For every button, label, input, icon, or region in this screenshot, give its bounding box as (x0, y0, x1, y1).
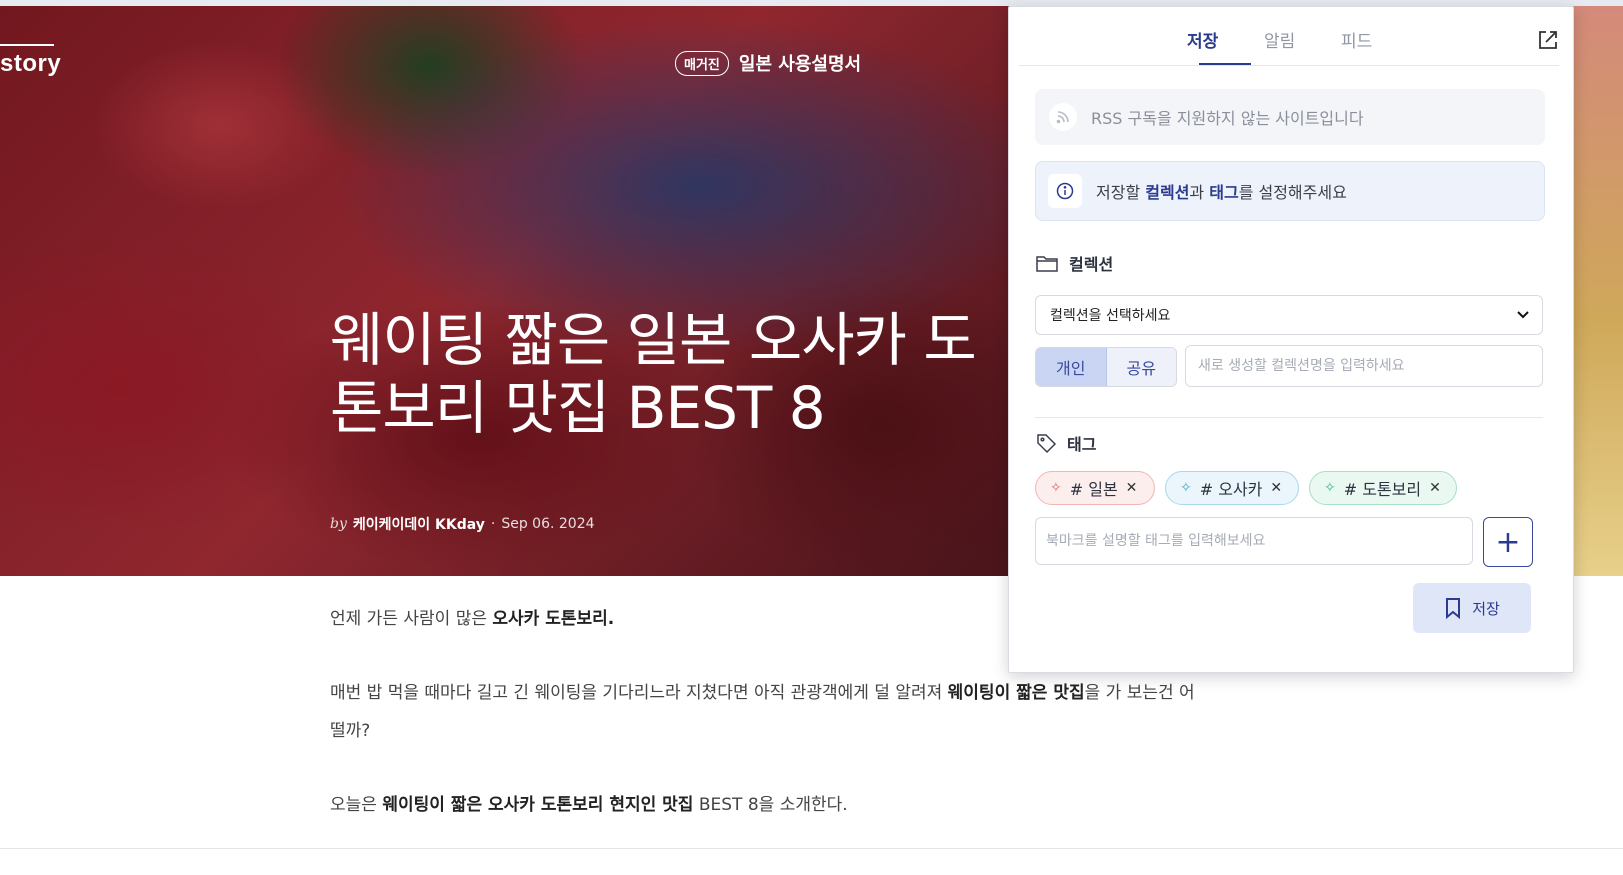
tab-alerts[interactable]: 알림 (1264, 27, 1295, 52)
info-icon (1048, 174, 1082, 208)
rss-icon (1049, 103, 1077, 131)
section-divider (1035, 417, 1543, 418)
remove-tag-icon[interactable]: ✕ (1429, 480, 1441, 496)
external-link-icon[interactable] (1537, 29, 1559, 51)
tag-input[interactable] (1035, 517, 1473, 565)
magazine-badge: 매거진 (675, 50, 729, 76)
magazine-header[interactable]: 매거진 일본 사용설명서 (675, 50, 861, 76)
tag-chip[interactable]: ✧ # 오사카 ✕ (1165, 471, 1299, 505)
hero-right-edge (1572, 6, 1623, 576)
collection-select-value: 컬렉션을 선택하세요 (1050, 308, 1171, 324)
collection-select[interactable]: 컬렉션을 선택하세요 (1035, 295, 1543, 335)
sparkle-icon: ✧ (1180, 480, 1192, 496)
tag-chip-label: # 오사카 (1199, 480, 1263, 499)
save-button-label: 저장 (1472, 599, 1500, 618)
tag-chip-label: # 도톤보리 (1343, 480, 1422, 499)
folder-icon (1036, 256, 1058, 272)
brand-underline (0, 44, 54, 46)
tag-chip[interactable]: ✧ # 도톤보리 ✕ (1309, 471, 1457, 505)
sparkle-icon: ✧ (1324, 480, 1336, 496)
popup-tabs: 저장 알림 피드 (1019, 7, 1559, 66)
rss-notice-text: RSS 구독을 지원하지 않는 사이트입니다 (1091, 109, 1364, 128)
save-bookmark-button[interactable]: 저장 (1413, 583, 1531, 633)
article-title: 웨이팅 짧은 일본 오사카 도톤보리 맛집 BEST 8 (330, 306, 977, 442)
scope-shared-button[interactable]: 공유 (1106, 348, 1176, 386)
bookmark-popup: 저장 알림 피드 RSS 구독을 지원하지 않는 사이트입니다 저장할 컬렉션과… (1008, 6, 1574, 673)
tag-chip[interactable]: ✧ # 일본 ✕ (1035, 471, 1155, 505)
tag-icon (1037, 434, 1057, 454)
byline-by: by (330, 516, 347, 532)
active-tab-indicator (1199, 63, 1251, 65)
author-name[interactable]: 케이케이데이 KKday (353, 514, 485, 534)
rss-notice: RSS 구독을 지원하지 않는 사이트입니다 (1035, 89, 1545, 145)
magazine-category: 일본 사용설명서 (738, 54, 862, 75)
tag-chip-label: # 일본 (1069, 480, 1118, 499)
page-divider (0, 848, 1623, 849)
chevron-down-icon (1517, 311, 1529, 319)
info-notice-text: 저장할 컬렉션과 태그를 설정해주세요 (1096, 183, 1347, 202)
byline: by 케이케이데이 KKday · Sep 06. 2024 (330, 514, 595, 534)
paragraph: 오늘은 웨이팅이 짧은 오사카 도톤보리 현지인 맛집 BEST 8을 소개한다… (330, 795, 848, 815)
collection-section-label: 컬렉션 (1035, 251, 1113, 275)
plus-icon: + (1495, 524, 1521, 560)
tag-section-label: 태그 (1035, 431, 1096, 455)
brand-logo[interactable]: story (0, 50, 61, 78)
bookmark-icon (1446, 598, 1461, 619)
remove-tag-icon[interactable]: ✕ (1270, 480, 1282, 496)
tab-save[interactable]: 저장 (1187, 27, 1218, 52)
remove-tag-icon[interactable]: ✕ (1126, 480, 1138, 496)
collection-scope-toggle: 개인 공유 (1035, 347, 1177, 387)
paragraph: 매번 밥 먹을 때마다 길고 긴 웨이팅을 기다리느라 지쳤다면 아직 관광객에… (330, 683, 1195, 741)
add-tag-button[interactable]: + (1483, 517, 1533, 567)
sparkle-icon: ✧ (1050, 480, 1062, 496)
scope-personal-button[interactable]: 개인 (1036, 348, 1107, 386)
byline-dot: · (490, 516, 496, 532)
tab-feed[interactable]: 피드 (1341, 27, 1372, 52)
info-notice: 저장할 컬렉션과 태그를 설정해주세요 (1035, 161, 1545, 221)
publish-date: Sep 06. 2024 (501, 516, 595, 532)
new-collection-input[interactable] (1185, 345, 1543, 387)
